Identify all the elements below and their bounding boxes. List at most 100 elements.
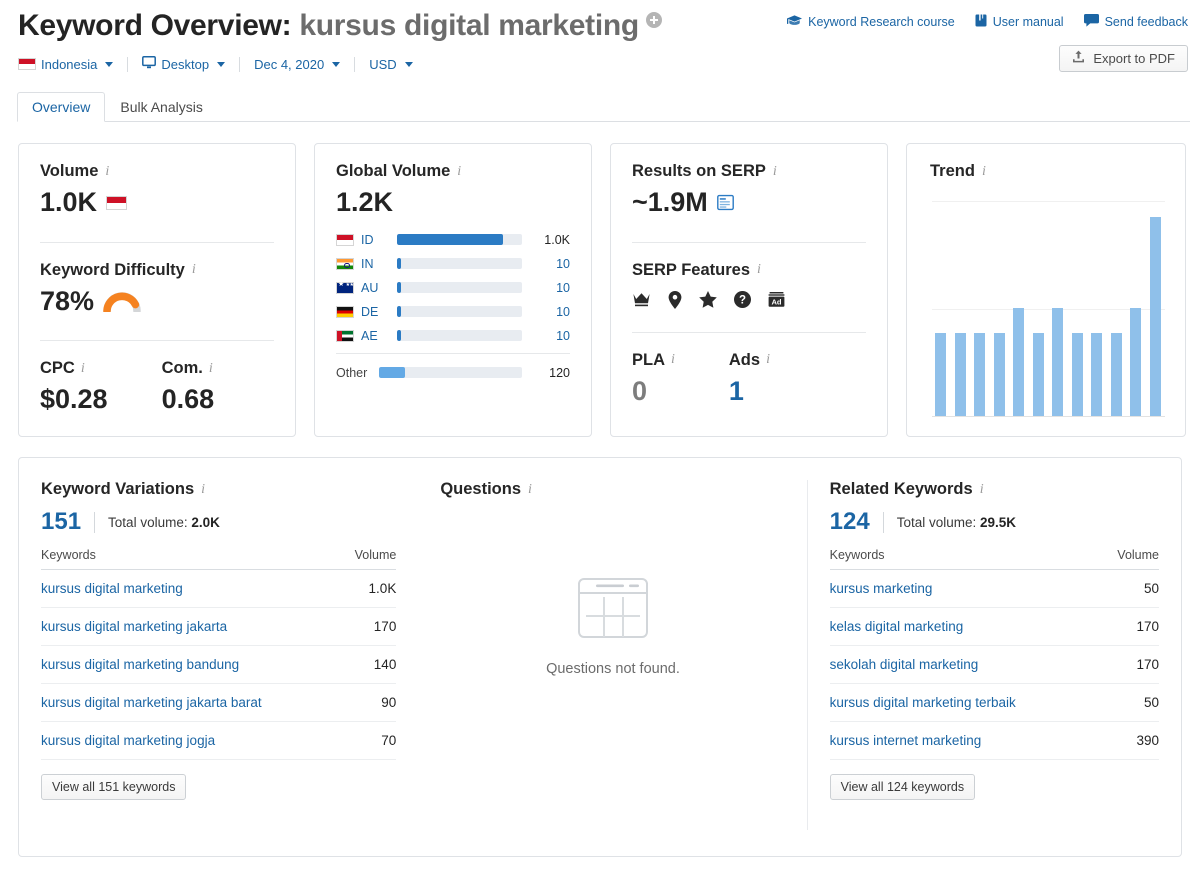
info-icon[interactable]: i — [105, 164, 109, 179]
info-icon[interactable]: i — [201, 482, 205, 497]
info-icon[interactable]: i — [671, 353, 675, 367]
info-icon[interactable]: i — [209, 361, 213, 376]
keyword-difficulty-value-row: 78% — [40, 285, 274, 317]
trend-bar[interactable] — [993, 332, 1005, 416]
user-manual-link[interactable]: User manual — [975, 14, 1064, 30]
tab-overview[interactable]: Overview — [17, 92, 106, 122]
send-feedback-link[interactable]: Send feedback — [1083, 14, 1188, 30]
other-volume: 120 — [549, 365, 570, 380]
total-volume-value: 2.0K — [191, 514, 220, 530]
filter-currency-label: USD — [369, 56, 397, 72]
keyword-link[interactable]: kursus digital marketing — [41, 581, 183, 596]
chevron-down-icon — [332, 61, 341, 67]
table-row: kursus digital marketing jogja 70 — [41, 721, 397, 760]
country-code: ID — [361, 232, 374, 247]
question-mark-icon[interactable]: ? — [734, 291, 751, 309]
keyword-link[interactable]: kursus marketing — [830, 581, 933, 596]
com-value: 0.68 — [161, 384, 215, 415]
filter-currency[interactable]: USD — [369, 56, 413, 72]
trend-bar[interactable] — [1032, 332, 1044, 416]
country-row[interactable]: AU 10 — [336, 276, 570, 300]
keyword-variations-count[interactable]: 151 — [41, 510, 81, 534]
view-all-related-button[interactable]: View all 124 keywords — [829, 774, 976, 800]
star-icon[interactable] — [699, 291, 717, 308]
volume-bar-fill — [397, 330, 401, 342]
keyword-link[interactable]: kelas digital marketing — [830, 619, 964, 634]
volume-bar-fill — [397, 282, 401, 294]
trend-bar[interactable] — [974, 332, 986, 416]
volume-bar-track — [397, 306, 522, 318]
country-row[interactable]: ID 1.0K — [336, 228, 570, 252]
pla-value: 0 — [632, 375, 648, 406]
trend-bar[interactable] — [935, 332, 946, 416]
info-icon[interactable]: i — [982, 164, 986, 179]
keyword-link[interactable]: kursus digital marketing bandung — [41, 657, 239, 672]
keyword-research-course-label: Keyword Research course — [808, 15, 955, 29]
filter-device[interactable]: Desktop — [142, 56, 226, 72]
country-row[interactable]: IN 10 — [336, 252, 570, 276]
trend-bar[interactable] — [1091, 332, 1103, 416]
info-icon[interactable]: i — [773, 164, 777, 179]
info-icon[interactable]: i — [81, 361, 85, 376]
keyword-link[interactable]: kursus digital marketing terbaik — [830, 695, 1016, 710]
page-title-prefix: Keyword Overview: — [18, 9, 292, 42]
plus-circle-icon[interactable] — [645, 12, 662, 28]
info-icon[interactable]: i — [528, 482, 532, 497]
table-placeholder-icon — [577, 578, 648, 643]
monitor-icon — [142, 56, 157, 72]
keyword-variations-total: Total volume: 2.0K — [108, 515, 220, 530]
questions-label: Questions — [440, 480, 522, 498]
questions-title: Questions i — [428, 480, 797, 499]
crown-icon[interactable] — [632, 291, 651, 308]
serp-value-row: ~1.9M — [632, 187, 866, 218]
volume-card: Volume i 1.0K Keyword Difficulty i 78% C… — [18, 143, 296, 437]
chevron-down-icon — [404, 61, 413, 67]
map-pin-icon[interactable] — [668, 290, 682, 309]
flag-indonesia-icon — [336, 233, 354, 246]
keyword-link[interactable]: kursus digital marketing jakarta — [41, 619, 227, 634]
country-row[interactable]: DE 10 — [336, 300, 570, 324]
keyword-research-course-link[interactable]: Keyword Research course — [787, 14, 955, 30]
table-row: sekolah digital marketing 170 — [829, 645, 1159, 684]
serp-preview-icon[interactable] — [716, 194, 734, 211]
keyword-difficulty-value: 78% — [40, 285, 95, 316]
keyword-variations-label: Keyword Variations — [41, 480, 195, 498]
divider — [239, 56, 241, 72]
tab-bulk-analysis[interactable]: Bulk Analysis — [105, 92, 217, 122]
info-icon[interactable]: i — [766, 353, 770, 367]
trend-bar[interactable] — [1052, 308, 1064, 416]
view-all-variations-button[interactable]: View all 151 keywords — [41, 774, 187, 800]
keyword-link[interactable]: sekolah digital marketing — [830, 657, 979, 672]
flag-indonesia-icon — [18, 58, 36, 70]
cpc-com-row: CPC i $0.28 Com. i 0.68 — [40, 359, 274, 415]
column-header-keywords: Keywords — [829, 548, 1099, 570]
total-volume-label: Total volume: — [896, 514, 977, 530]
info-icon[interactable]: i — [757, 263, 761, 277]
filter-date[interactable]: Dec 4, 2020 — [254, 57, 341, 72]
ads-value[interactable]: 1 — [729, 376, 770, 407]
ad-box-icon[interactable]: Ad — [768, 291, 785, 308]
divider — [632, 331, 866, 333]
trend-bar[interactable] — [954, 332, 966, 416]
trend-bar[interactable] — [1071, 332, 1083, 416]
divider — [40, 340, 274, 342]
upload-icon — [1072, 50, 1085, 67]
serp-features-list: ? Ad — [632, 290, 866, 309]
keyword-volume: 50 — [1099, 569, 1159, 608]
trend-bar[interactable] — [1130, 308, 1142, 416]
filter-country[interactable]: Indonesia — [18, 57, 114, 72]
trend-bar[interactable] — [1110, 332, 1122, 416]
keyword-link[interactable]: kursus digital marketing jakarta barat — [41, 695, 262, 710]
keyword-link[interactable]: kursus internet marketing — [830, 733, 982, 748]
trend-bar[interactable] — [1149, 216, 1161, 416]
trend-bar[interactable] — [1013, 308, 1025, 416]
related-keywords-count[interactable]: 124 — [830, 510, 870, 534]
country-row[interactable]: AE 10 — [336, 324, 570, 348]
keyword-link[interactable]: kursus digital marketing jogja — [41, 733, 215, 748]
export-to-pdf-button[interactable]: Export to PDF — [1059, 45, 1188, 72]
info-icon[interactable]: i — [457, 164, 461, 179]
info-icon[interactable]: i — [980, 482, 984, 497]
keyword-volume: 170 — [336, 607, 397, 646]
divider — [40, 241, 274, 243]
info-icon[interactable]: i — [192, 263, 196, 277]
